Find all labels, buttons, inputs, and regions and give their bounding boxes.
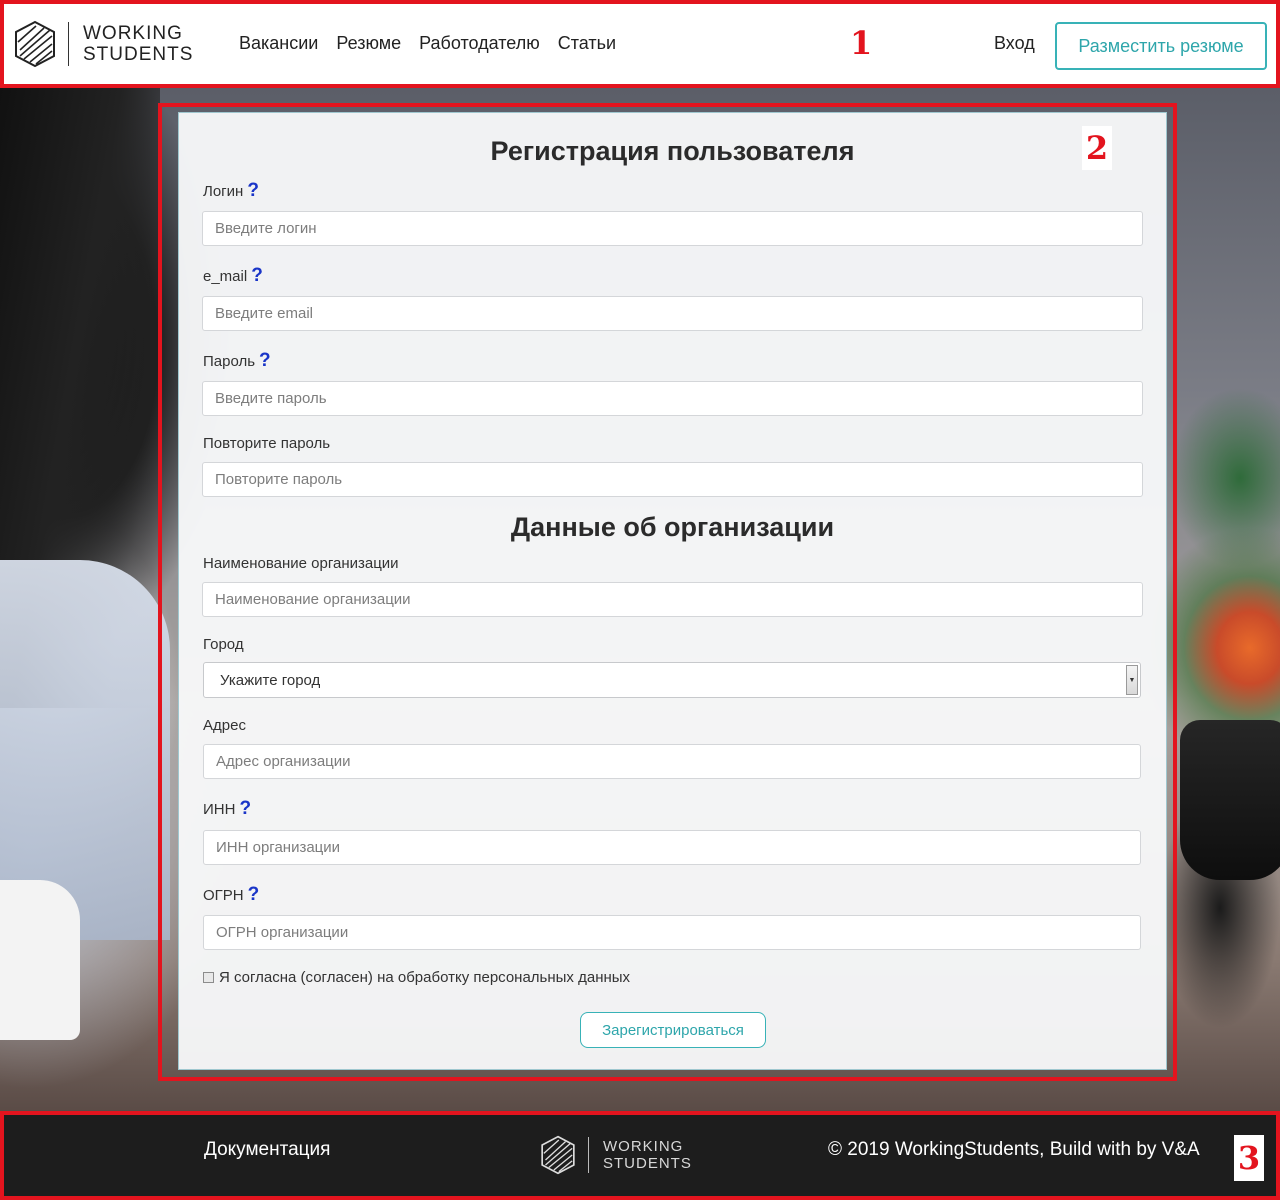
footer-logo[interactable]: WORKING STUDENTS [540,1135,692,1175]
background-plant-pot [1180,720,1280,880]
consent-label: Я согласна (согласен) на обработку персо… [219,969,631,986]
password-label: Пароль? [203,350,271,372]
background-cup [0,880,80,1040]
email-input[interactable] [202,296,1143,331]
nav-articles[interactable]: Статьи [558,33,616,54]
address-input[interactable] [203,744,1141,779]
org-name-input[interactable] [202,582,1143,617]
nav-employer[interactable]: Работодателю [419,33,540,54]
email-label-text: e_mail [203,268,248,285]
password-label-text: Пароль [203,353,256,370]
email-help-icon[interactable]: ? [251,265,263,286]
site-logo[interactable]: WORKING STUDENTS [14,20,193,68]
inn-label: ИНН? [203,798,251,820]
password-repeat-label: Повторите пароль [203,435,331,452]
city-select-value: Укажите город [220,671,321,689]
nav-vacancies[interactable]: Вакансии [239,33,318,54]
login-label: Логин? [203,180,259,202]
logo-line-2: STUDENTS [83,44,194,65]
region-marker-1: 1 [850,24,873,62]
footer-docs-link[interactable]: Документация [204,1139,330,1161]
ogrn-label-text: ОГРН [203,887,244,904]
main-nav: Вакансии Резюме Работодателю Статьи [239,33,616,54]
footer-logo-text: WORKING STUDENTS [603,1138,692,1172]
login-label-text: Логин [203,183,244,200]
city-label: Город [203,636,244,653]
login-input[interactable] [202,211,1143,246]
inn-label-text: ИНН [203,801,236,818]
address-label: Адрес [203,717,246,734]
password-input[interactable] [202,381,1143,416]
chevron-down-icon[interactable]: ▼ [1126,665,1138,695]
logo-line-1: WORKING [83,23,183,44]
inn-input[interactable] [203,830,1141,865]
password-help-icon[interactable]: ? [259,350,271,371]
login-help-icon[interactable]: ? [247,180,259,201]
registration-title: Регистрация пользователя [490,136,855,166]
consent-row[interactable]: Я согласна (согласен) на обработку персо… [203,969,630,986]
logo-text: WORKING STUDENTS [83,23,193,65]
ogrn-help-icon[interactable]: ? [248,884,260,905]
inn-help-icon[interactable]: ? [239,798,251,819]
password-repeat-input[interactable] [202,462,1143,497]
site-header: WORKING STUDENTS Вакансии Резюме Работод… [0,0,1280,88]
nav-resume[interactable]: Резюме [336,33,401,54]
post-resume-button[interactable]: Разместить резюме [1055,22,1267,70]
footer-logo-line-1: WORKING [603,1138,684,1155]
logo-divider [68,22,69,66]
footer-logo-divider [588,1137,589,1173]
footer-logo-cube-icon [541,1135,575,1175]
footer-copyright: © 2019 WorkingStudents, Build with by V&… [828,1139,1200,1160]
region-marker-3-box: 3 [1234,1135,1264,1181]
logo-cube-icon [15,20,55,68]
ogrn-label: ОГРН? [203,884,259,906]
city-select[interactable]: Укажите город ▼ [203,662,1141,698]
ogrn-input[interactable] [203,915,1141,950]
consent-checkbox[interactable] [203,972,214,983]
org-name-label: Наименование организации [203,555,399,572]
register-button[interactable]: Зарегистрироваться [580,1012,766,1048]
login-link[interactable]: Вход [994,33,1035,54]
email-label: e_mail? [203,265,263,287]
organization-title: Данные об организации [510,512,835,542]
site-footer: Документация WORKING STUDENTS © 2019 Wor… [0,1111,1280,1200]
footer-logo-line-2: STUDENTS [603,1155,692,1172]
region-marker-3: 3 [1237,1139,1261,1177]
